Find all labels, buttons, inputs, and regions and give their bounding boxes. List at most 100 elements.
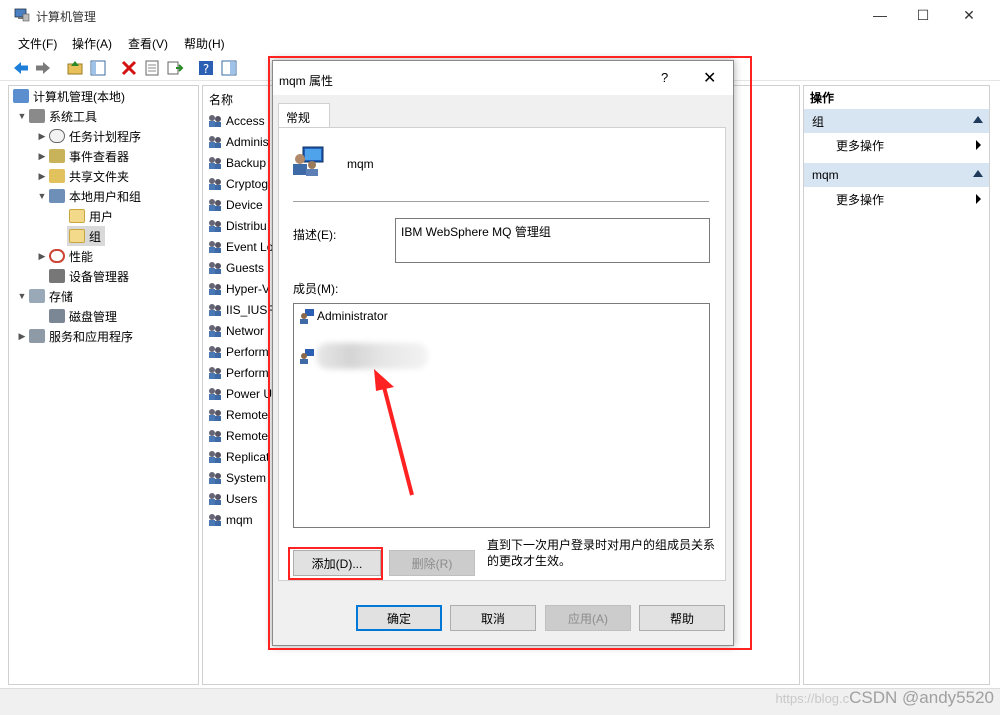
menu-action[interactable]: 操作(A) (72, 35, 112, 52)
group-icon (209, 346, 221, 358)
tree-item-device-manager[interactable]: 设备管理器 (49, 266, 129, 286)
chevron-right-icon[interactable]: ▶ (35, 171, 49, 182)
tree-item-task-scheduler[interactable]: ▶ 任务计划程序 (35, 126, 141, 146)
chevron-right-icon[interactable]: ▶ (35, 131, 49, 142)
list-item-label: Replicat (226, 450, 270, 464)
list-item[interactable]: Power U (207, 384, 272, 404)
list-item-label: Remote (226, 408, 269, 422)
folder-icon (69, 209, 85, 223)
list-item[interactable]: Distribu (207, 216, 267, 236)
maximize-button[interactable]: ☐ (900, 0, 946, 30)
tree-root[interactable]: 计算机管理(本地) (13, 86, 125, 106)
list-item[interactable]: IIS_IUSR (207, 300, 276, 320)
disk-icon (49, 309, 65, 323)
computer-icon (13, 89, 29, 103)
list-item-label: Device (226, 198, 263, 212)
submenu-arrow-icon (976, 140, 981, 150)
list-item[interactable]: Cryptog (207, 174, 268, 194)
chevron-right-icon[interactable]: ▶ (35, 251, 49, 262)
storage-icon (29, 289, 45, 303)
tree-item-shared-folders[interactable]: ▶ 共享文件夹 (35, 166, 129, 186)
export-list-icon[interactable] (166, 59, 184, 77)
chevron-right-icon[interactable]: ▶ (15, 331, 29, 342)
close-button[interactable]: ✕ (946, 0, 992, 30)
chevron-right-icon[interactable]: ▶ (35, 151, 49, 162)
tree-item-storage[interactable]: ▼ 存储 (15, 286, 73, 306)
list-item-label: Event Lo (226, 240, 274, 254)
list-item[interactable]: Perform (207, 363, 269, 383)
list-item[interactable]: Hyper-V (207, 279, 270, 299)
more-actions-label: 更多操作 (836, 193, 885, 207)
chevron-down-icon[interactable]: ▼ (15, 291, 29, 301)
properties-icon[interactable] (143, 59, 161, 77)
list-item[interactable]: Users (207, 489, 257, 509)
tree-item-performance[interactable]: ▶ 性能 (35, 246, 93, 266)
menu-file[interactable]: 文件(F) (18, 35, 57, 52)
list-item-label: Guests (226, 261, 265, 275)
tree-item-label: 性能 (69, 249, 94, 264)
annotation-add-button-box (288, 547, 383, 580)
list-item[interactable]: Adminis (207, 132, 269, 152)
tree-item-local-users-groups[interactable]: ▼ 本地用户和组 (35, 186, 141, 206)
list-item-label: Backup (226, 156, 267, 170)
show-tree-icon[interactable] (89, 59, 107, 77)
menu-help[interactable]: 帮助(H) (184, 35, 225, 52)
tree-item-services-apps[interactable]: ▶ 服务和应用程序 (15, 326, 133, 346)
menu-view[interactable]: 查看(V) (128, 35, 168, 52)
more-actions-item[interactable]: 更多操作 (836, 191, 981, 208)
forward-arrow-icon[interactable] (34, 59, 52, 77)
list-item[interactable]: System (207, 468, 266, 488)
tree-item-groups[interactable]: 组 (67, 226, 106, 246)
more-actions-item[interactable]: 更多操作 (836, 137, 981, 154)
tree-item-label: 用户 (89, 209, 114, 224)
tree-root-label: 计算机管理(本地) (33, 89, 125, 104)
tree-item-users[interactable]: 用户 (69, 206, 113, 226)
collapse-arrow-icon[interactable] (973, 116, 983, 123)
tree-item-label: 事件查看器 (69, 149, 130, 164)
collapse-arrow-icon[interactable] (973, 170, 983, 177)
services-icon (29, 329, 45, 343)
help-icon[interactable]: ? (197, 59, 215, 77)
tree-item-event-viewer[interactable]: ▶ 事件查看器 (35, 146, 129, 166)
list-item[interactable]: Backup (207, 153, 266, 173)
tree-item-label: 服务和应用程序 (49, 329, 134, 344)
list-item[interactable]: Networ (207, 321, 264, 341)
list-item-label: Power U (226, 387, 273, 401)
delete-icon[interactable] (120, 59, 138, 77)
window-title: 计算机管理 (36, 10, 97, 24)
list-item[interactable]: Device (207, 195, 263, 215)
list-item[interactable]: Guests (207, 258, 264, 278)
actions-group-mqm[interactable]: mqm (804, 163, 989, 187)
up-folder-icon[interactable] (66, 59, 84, 77)
show-action-pane-icon[interactable] (220, 59, 238, 77)
minimize-button[interactable]: — (857, 0, 903, 30)
folder-icon (69, 229, 85, 243)
group-icon (209, 241, 221, 253)
tree-item-system-tools[interactable]: ▼ 系统工具 (15, 106, 97, 126)
menu-bar: 文件(F) 操作(A) 查看(V) 帮助(H) (0, 32, 1000, 54)
chevron-down-icon[interactable]: ▼ (15, 111, 29, 121)
tree-item-label: 本地用户和组 (69, 189, 142, 204)
list-item[interactable]: Remote (207, 405, 268, 425)
list-item-mqm[interactable]: mqm (207, 510, 253, 530)
column-header-name[interactable]: 名称 (209, 91, 233, 108)
svg-text:?: ? (203, 62, 209, 76)
tree-item-disk-management[interactable]: 磁盘管理 (49, 306, 117, 326)
performance-icon (49, 249, 65, 263)
list-item-label: Networ (226, 324, 265, 338)
group-icon (209, 451, 221, 463)
list-item[interactable]: Replicat (207, 447, 269, 467)
list-item[interactable]: Perform (207, 342, 269, 362)
tree-item-label: 组 (89, 229, 102, 244)
chevron-down-icon[interactable]: ▼ (35, 191, 49, 201)
list-item-label: Access (226, 114, 265, 128)
tools-icon (29, 109, 45, 123)
list-item[interactable]: Remote (207, 426, 268, 446)
tree-item-label: 存储 (49, 289, 74, 304)
list-item[interactable]: Access (207, 111, 265, 131)
group-icon (209, 514, 221, 526)
back-arrow-icon[interactable] (12, 59, 30, 77)
actions-group-groups[interactable]: 组 (804, 109, 989, 133)
list-item-label: Distribu (226, 219, 267, 233)
list-item[interactable]: Event Lo (207, 237, 273, 257)
